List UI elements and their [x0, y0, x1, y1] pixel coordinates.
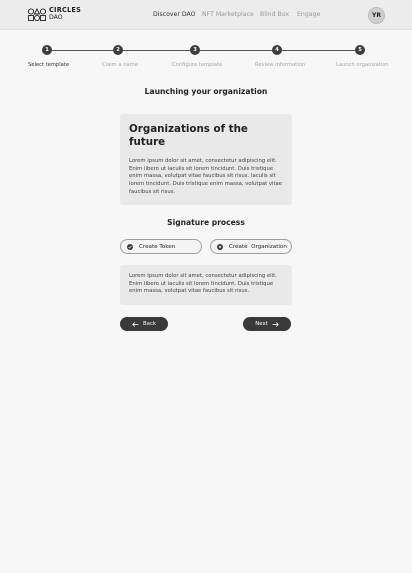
- brand-name: CIRCLES: [49, 6, 82, 14]
- user-avatar[interactable]: YR: [368, 7, 385, 24]
- nav-blind-box[interactable]: Blind Box: [260, 11, 289, 18]
- step-2-label: Claim a name: [102, 62, 138, 68]
- step-5-indicator[interactable]: 5: [355, 45, 365, 55]
- nav-nft-marketplace[interactable]: NFT Marketplace: [202, 11, 254, 18]
- brand-subname: DAO: [49, 14, 63, 21]
- step-5-label: Launch organization: [336, 62, 389, 68]
- step-4-indicator[interactable]: 4: [272, 45, 282, 55]
- check-circle-icon: [127, 243, 133, 250]
- card-title: Organizations of the future: [129, 123, 248, 148]
- nav-engage[interactable]: Engage: [297, 11, 320, 18]
- top-header: CIRCLES DAO Discover DAO NFT Marketplace…: [0, 0, 412, 30]
- card-description: Lorem ipsum dolor sit amet, consectetur …: [129, 158, 283, 195]
- signature-heading: Signature process: [167, 218, 245, 227]
- arrow-right-icon: [272, 321, 279, 327]
- back-button-label: Back: [142, 321, 157, 327]
- launch-heading: Launching your organization: [144, 87, 268, 96]
- step-3-label: Configure template: [172, 62, 223, 68]
- step-1-label: Select template: [28, 62, 70, 68]
- create-organization-label: Create Organization: [229, 243, 287, 250]
- create-token-option[interactable]: Create Token: [120, 239, 202, 254]
- nav-discover-dao[interactable]: Discover DAO: [153, 11, 196, 18]
- next-button[interactable]: Next: [243, 317, 291, 331]
- step-3-indicator[interactable]: 3: [190, 45, 200, 55]
- step-4-label: Review information: [255, 62, 306, 68]
- arrow-left-icon: [132, 321, 139, 327]
- back-button[interactable]: Back: [120, 317, 168, 331]
- step-2-indicator[interactable]: 2: [113, 45, 123, 55]
- create-token-label: Create Token: [139, 243, 176, 250]
- x-circle-icon: [217, 243, 223, 250]
- signature-info-card: Lorem ipsum dolor sit amet, consectetur …: [120, 265, 292, 305]
- create-organization-option[interactable]: Create Organization: [210, 239, 292, 254]
- step-1-indicator[interactable]: 1: [42, 45, 52, 55]
- next-button-label: Next: [255, 321, 268, 327]
- signature-description: Lorem ipsum dolor sit amet, consectetur …: [129, 273, 277, 295]
- stepper-track: [47, 50, 360, 51]
- circles-logo-icon: [28, 7, 46, 21]
- organization-card: Organizations of the future Lorem ipsum …: [120, 114, 292, 205]
- brand-logo[interactable]: CIRCLES DAO: [28, 7, 81, 21]
